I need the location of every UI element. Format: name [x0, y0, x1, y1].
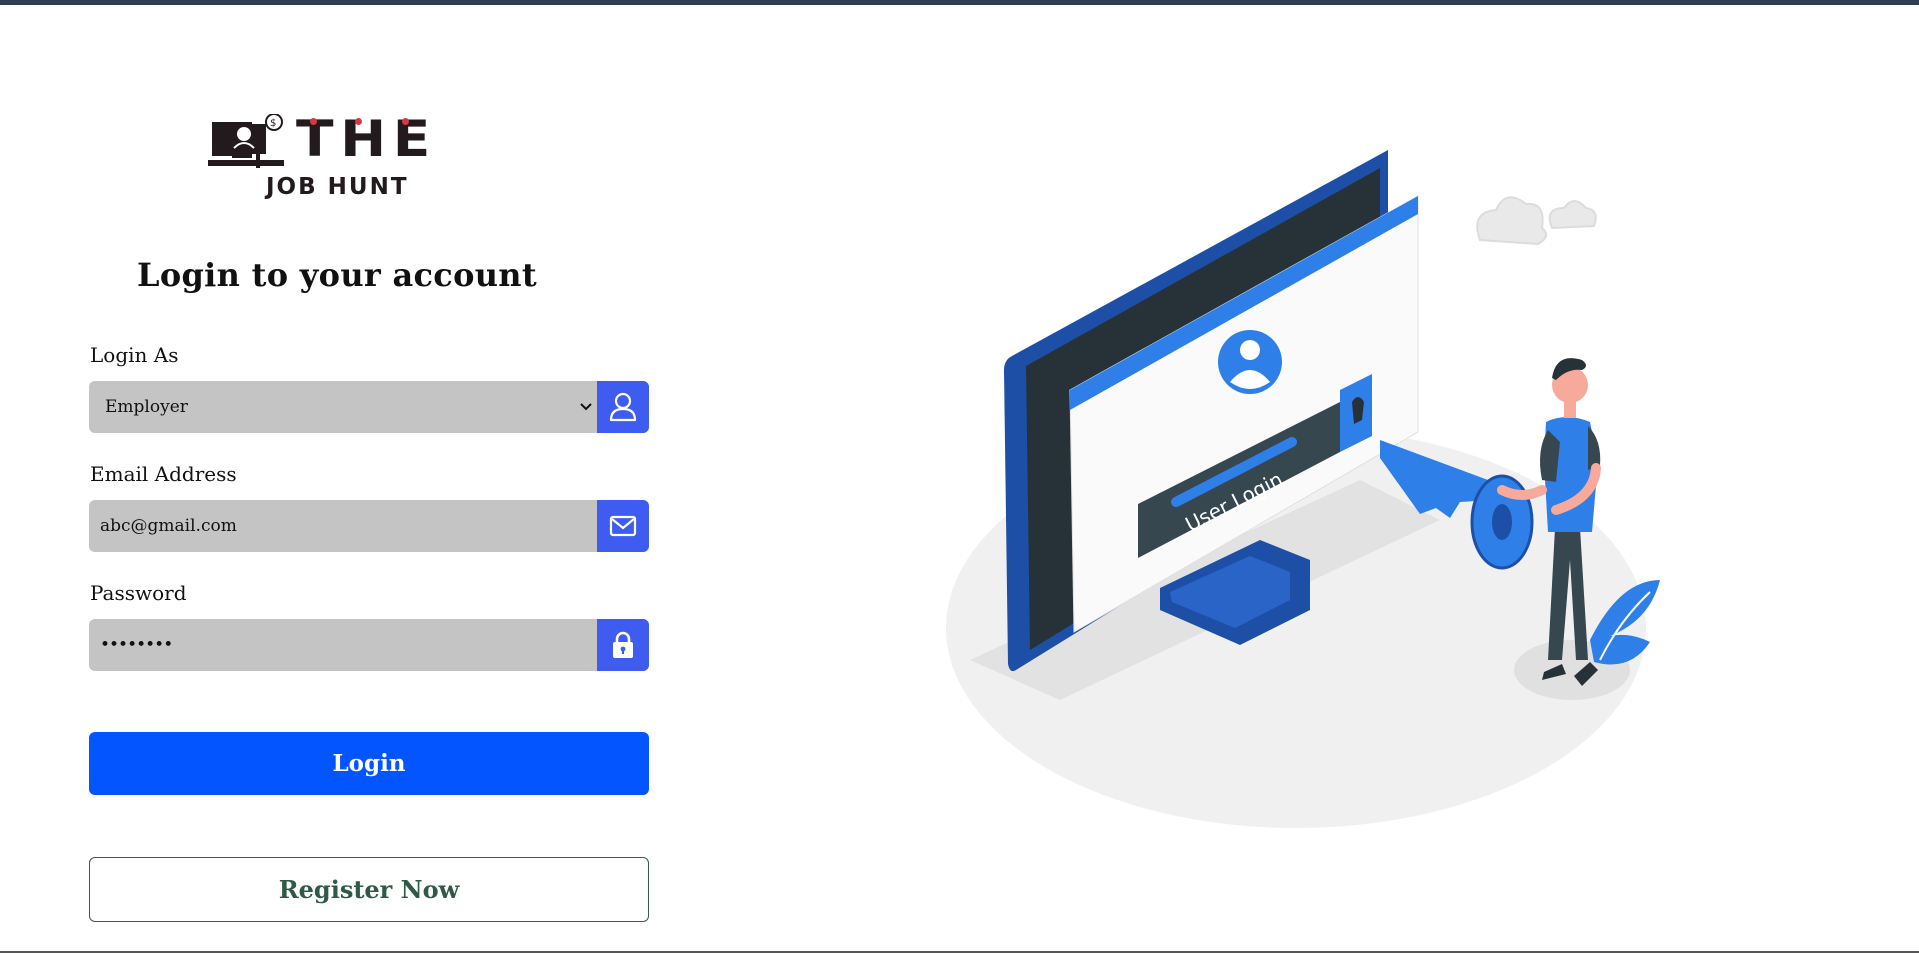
logo-dot — [355, 118, 362, 125]
email-field[interactable]: abc@gmail.com — [89, 500, 649, 552]
user-icon — [597, 381, 649, 433]
logo-the-text: THE — [296, 110, 437, 168]
envelope-icon — [597, 500, 649, 552]
email-value: abc@gmail.com — [100, 516, 237, 536]
register-now-button[interactable]: Register Now — [89, 857, 649, 922]
page-title: Login to your account — [137, 256, 537, 294]
cloud-icon — [1476, 196, 1597, 246]
login-as-select[interactable]: Employer — [89, 381, 649, 433]
user-login-illustration: User Login — [940, 140, 1660, 840]
password-label: Password — [90, 581, 187, 605]
login-as-label: Login As — [90, 343, 179, 367]
password-value: •••••••• — [100, 635, 173, 655]
logo-dot — [310, 118, 317, 125]
login-button[interactable]: Login — [89, 732, 649, 795]
job-seeker-computer-icon: $ — [208, 114, 284, 168]
email-label: Email Address — [90, 462, 237, 486]
top-border — [0, 0, 1919, 5]
logo-dot — [402, 118, 409, 125]
login-as-value: Employer — [105, 397, 188, 417]
chevron-down-icon — [576, 381, 596, 433]
logo-subtitle: JOB HUNT — [266, 174, 409, 200]
lock-icon — [597, 619, 649, 671]
svg-text:$: $ — [270, 118, 276, 129]
password-field[interactable]: •••••••• — [89, 619, 649, 671]
job-hunt-logo: $ THE JOB HUNT — [208, 110, 448, 204]
